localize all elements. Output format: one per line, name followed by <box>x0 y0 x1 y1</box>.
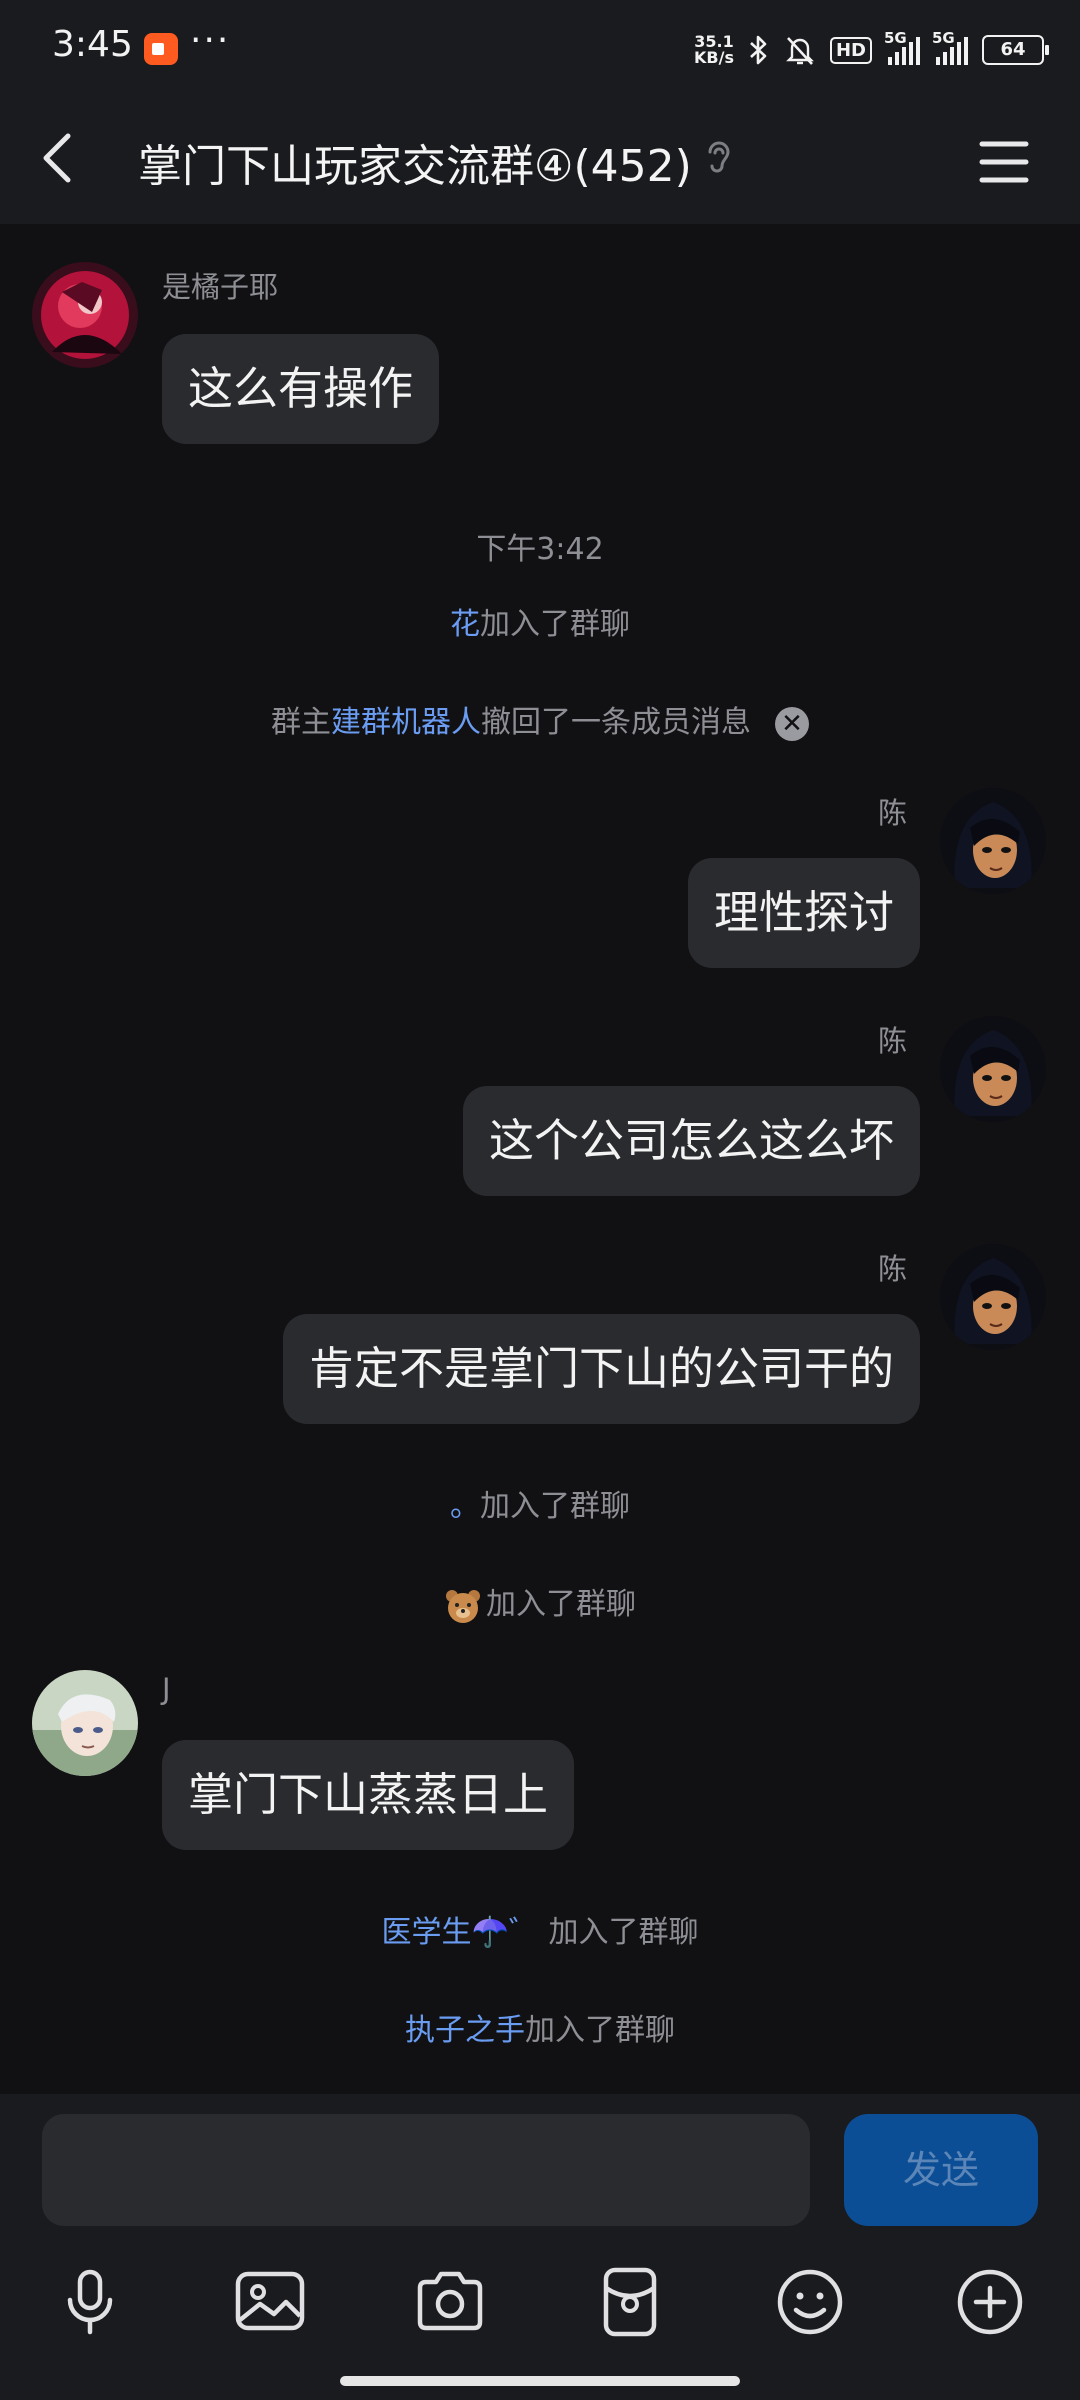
image-icon[interactable] <box>232 2264 308 2340</box>
avatar[interactable] <box>32 262 138 368</box>
microphone-icon[interactable] <box>52 2264 128 2340</box>
system-message: 。加入了群聊 <box>450 1489 630 1524</box>
back-arrow-icon[interactable] <box>30 128 90 188</box>
signal-5g-icon: 5G <box>932 29 968 65</box>
message-bubble[interactable]: 这么有操作 <box>162 334 440 444</box>
system-message: 加入了群聊 <box>0 1579 1080 1624</box>
sender-name: J <box>162 1672 171 1706</box>
member-name-link[interactable]: 花 <box>450 607 480 642</box>
network-speed: 35.1 KB/s <box>694 32 734 67</box>
message-list[interactable]: 是橘子耶 这么有操作 下午3:42 花加入了群聊 群主建群机器人撤回了一条成员消… <box>0 224 1080 2094</box>
close-icon[interactable]: ✕ <box>775 706 809 741</box>
chat-header: 掌门下山玩家交流群④(452) <box>0 100 1080 224</box>
input-area: 发送 <box>0 2094 1080 2400</box>
mute-bell-icon <box>786 37 814 65</box>
home-indicator[interactable] <box>340 2376 740 2386</box>
menu-icon[interactable] <box>974 134 1034 190</box>
system-message: 执子之手加入了群聊 <box>405 2013 675 2048</box>
hd-voice-icon: HD <box>829 36 872 64</box>
time-divider: 下午3:42 <box>476 532 604 567</box>
sender-name: 陈 <box>878 1252 908 1286</box>
avatar[interactable] <box>940 1244 1046 1350</box>
system-message: 花加入了群聊 <box>450 607 630 642</box>
emoji-icon[interactable] <box>772 2264 848 2340</box>
avatar[interactable] <box>32 1670 138 1776</box>
plus-icon[interactable] <box>952 2264 1028 2340</box>
camera-icon[interactable] <box>412 2264 488 2340</box>
signal-5g-icon: 5G <box>884 29 920 65</box>
send-button[interactable]: 发送 <box>844 2114 1038 2226</box>
status-bar: 3:45 ··· 35.1 KB/s HD 5G 5G 64 <box>0 0 1080 100</box>
more-notifications-icon: ··· <box>190 20 231 61</box>
ear-icon[interactable] <box>700 136 736 176</box>
message-bubble[interactable]: 肯定不是掌门下山的公司干的 <box>282 1314 920 1424</box>
sender-name: 是橘子耶 <box>162 270 279 304</box>
system-message: 群主建群机器人撤回了一条成员消息 ✕ <box>0 697 1080 741</box>
message-bubble[interactable]: 掌门下山蒸蒸日上 <box>162 1740 575 1850</box>
red-packet-icon[interactable] <box>592 2264 668 2340</box>
bluetooth-icon <box>750 35 767 65</box>
sender-name: 陈 <box>878 796 908 830</box>
battery-icon: 64 <box>982 35 1049 65</box>
message-input[interactable] <box>42 2114 810 2226</box>
sender-name: 陈 <box>878 1024 908 1058</box>
message-bubble[interactable]: 这个公司怎么这么坏 <box>462 1086 920 1196</box>
status-time: 3:45 <box>52 24 133 65</box>
bear-face-icon[interactable] <box>444 1588 482 1624</box>
member-name-link[interactable]: 建群机器人 <box>331 705 481 740</box>
avatar[interactable] <box>940 788 1046 894</box>
screen-record-icon <box>144 33 178 65</box>
avatar[interactable] <box>940 1016 1046 1122</box>
member-name-link[interactable]: 。 <box>450 1489 480 1524</box>
member-name-link[interactable]: 执子之手 <box>405 2013 525 2048</box>
message-bubble[interactable]: 理性探讨 <box>687 858 920 968</box>
member-name-link[interactable]: 医学生☂️゛ <box>382 1915 539 1950</box>
chat-title[interactable]: 掌门下山玩家交流群④(452) <box>138 130 692 194</box>
system-message: 医学生☂️゛ 加入了群聊 <box>381 1915 699 1950</box>
